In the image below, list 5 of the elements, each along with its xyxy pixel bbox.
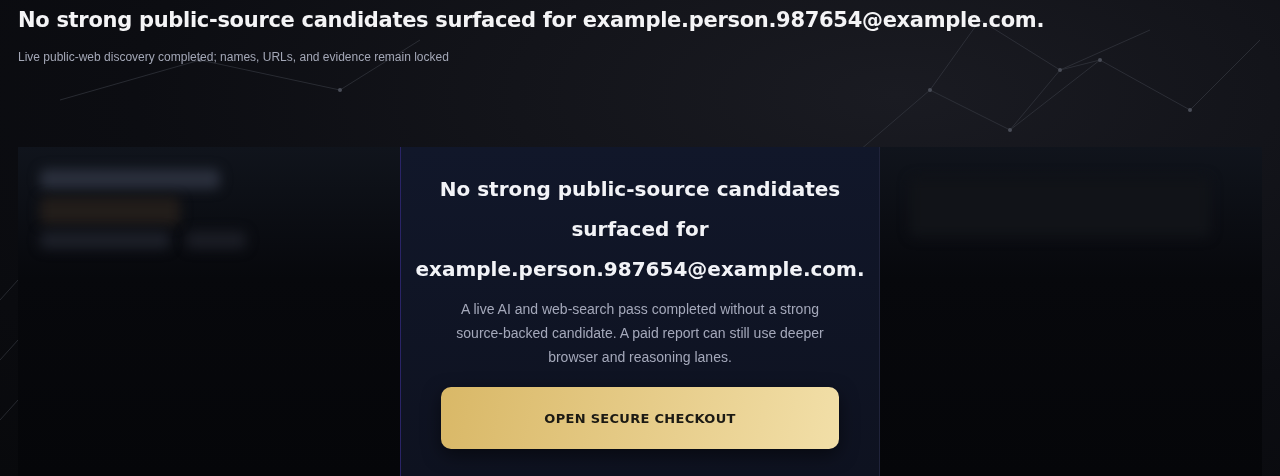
card-description: A live AI and web-search pass completed without a strong source-backed candidate. A paid report can still use deeper browser and reasoning lanes. [455, 300, 825, 367]
page-title: No strong public-source candidates surfaced for example.person.987654@example.com. [18, 8, 1045, 32]
card-title: No strong public-source candidates surfaced for example.person.987654@example.com. [414, 176, 866, 283]
page-subtitle: Live public-web discovery completed; names, URLs, and evidence remain locked [18, 50, 449, 64]
checkout-button[interactable]: OPEN SECURE CHECKOUT [441, 387, 839, 449]
